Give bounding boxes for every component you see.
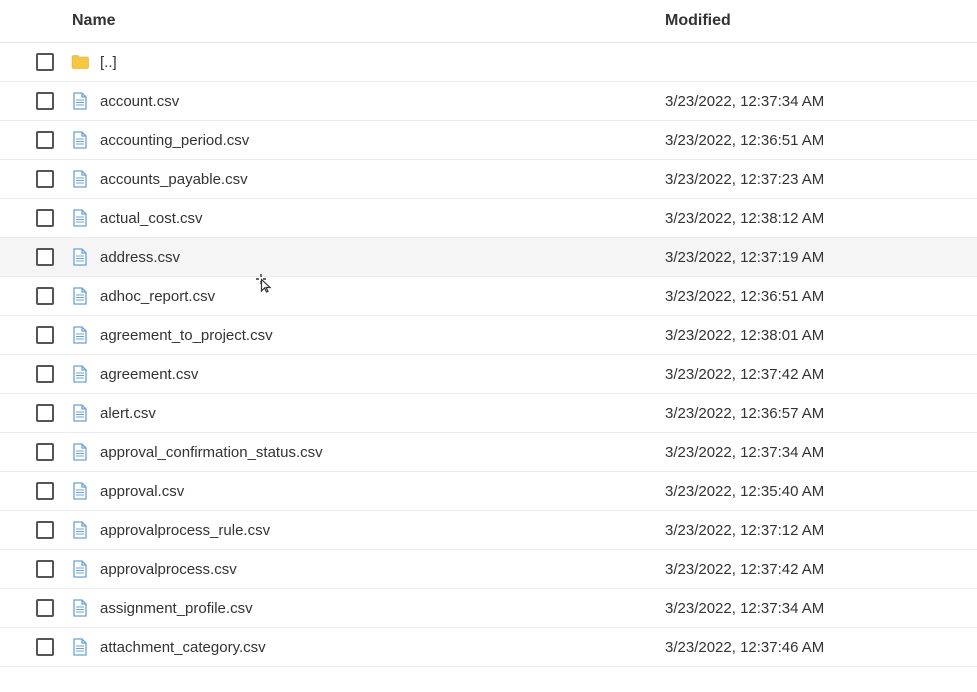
file-icon bbox=[68, 287, 92, 305]
table-row[interactable]: approvalprocess_rule.csv3/23/2022, 12:37… bbox=[0, 511, 977, 550]
file-modified: 3/23/2022, 12:37:42 AM bbox=[657, 366, 977, 383]
table-row[interactable]: approval_confirmation_status.csv3/23/202… bbox=[0, 433, 977, 472]
file-name: actual_cost.csv bbox=[100, 210, 657, 227]
file-modified: 3/23/2022, 12:37:34 AM bbox=[657, 93, 977, 110]
file-modified: 3/23/2022, 12:37:23 AM bbox=[657, 171, 977, 188]
file-name: attachment_category.csv bbox=[100, 639, 657, 656]
file-name: agreement_to_project.csv bbox=[100, 327, 657, 344]
file-name: accounting_period.csv bbox=[100, 132, 657, 149]
file-icon bbox=[68, 482, 92, 500]
table-row[interactable]: accounting_period.csv3/23/2022, 12:36:51… bbox=[0, 121, 977, 160]
file-icon bbox=[68, 326, 92, 344]
row-checkbox[interactable] bbox=[36, 170, 54, 188]
file-icon bbox=[68, 365, 92, 383]
file-icon bbox=[68, 560, 92, 578]
row-checkbox[interactable] bbox=[36, 209, 54, 227]
file-icon bbox=[68, 131, 92, 149]
file-name: approvalprocess.csv bbox=[100, 561, 657, 578]
row-checkbox[interactable] bbox=[36, 92, 54, 110]
row-checkbox[interactable] bbox=[36, 521, 54, 539]
file-modified: 3/23/2022, 12:36:51 AM bbox=[657, 132, 977, 149]
table-row[interactable]: approval.csv3/23/2022, 12:35:40 AM bbox=[0, 472, 977, 511]
table-row[interactable]: alert.csv3/23/2022, 12:36:57 AM bbox=[0, 394, 977, 433]
file-modified: 3/23/2022, 12:37:34 AM bbox=[657, 600, 977, 617]
file-name: adhoc_report.csv bbox=[100, 288, 657, 305]
file-icon bbox=[68, 170, 92, 188]
row-checkbox[interactable] bbox=[36, 326, 54, 344]
file-modified: 3/23/2022, 12:37:12 AM bbox=[657, 522, 977, 539]
file-modified: 3/23/2022, 12:36:57 AM bbox=[657, 405, 977, 422]
table-row[interactable]: account.csv3/23/2022, 12:37:34 AM bbox=[0, 82, 977, 121]
file-modified: 3/23/2022, 12:35:40 AM bbox=[657, 483, 977, 500]
table-row[interactable]: assignment_profile.csv3/23/2022, 12:37:3… bbox=[0, 589, 977, 628]
file-name: alert.csv bbox=[100, 405, 657, 422]
file-icon bbox=[68, 248, 92, 266]
file-table: Name Modified [..] account.csv3/23/2022,… bbox=[0, 0, 977, 667]
table-row[interactable]: actual_cost.csv3/23/2022, 12:38:12 AM bbox=[0, 199, 977, 238]
row-checkbox[interactable] bbox=[36, 365, 54, 383]
file-name: agreement.csv bbox=[100, 366, 657, 383]
file-name: accounts_payable.csv bbox=[100, 171, 657, 188]
file-icon bbox=[68, 209, 92, 227]
file-icon bbox=[68, 599, 92, 617]
table-row[interactable]: accounts_payable.csv3/23/2022, 12:37:23 … bbox=[0, 160, 977, 199]
file-icon bbox=[68, 92, 92, 110]
file-name: approvalprocess_rule.csv bbox=[100, 522, 657, 539]
table-row[interactable]: agreement.csv3/23/2022, 12:37:42 AM bbox=[0, 355, 977, 394]
file-name: account.csv bbox=[100, 93, 657, 110]
file-modified: 3/23/2022, 12:36:51 AM bbox=[657, 288, 977, 305]
row-checkbox[interactable] bbox=[36, 560, 54, 578]
file-icon bbox=[68, 404, 92, 422]
parent-folder-label: [..] bbox=[100, 54, 657, 71]
row-checkbox[interactable] bbox=[36, 482, 54, 500]
table-row[interactable]: address.csv3/23/2022, 12:37:19 AM bbox=[0, 238, 977, 277]
row-checkbox[interactable] bbox=[36, 287, 54, 305]
column-header-modified[interactable]: Modified bbox=[657, 12, 977, 30]
row-checkbox[interactable] bbox=[36, 443, 54, 461]
row-checkbox[interactable] bbox=[36, 404, 54, 422]
file-modified: 3/23/2022, 12:37:19 AM bbox=[657, 249, 977, 266]
row-checkbox[interactable] bbox=[36, 131, 54, 149]
table-row[interactable]: agreement_to_project.csv3/23/2022, 12:38… bbox=[0, 316, 977, 355]
table-header: Name Modified bbox=[0, 0, 977, 43]
file-icon bbox=[68, 638, 92, 656]
file-icon bbox=[68, 443, 92, 461]
file-modified: 3/23/2022, 12:37:34 AM bbox=[657, 444, 977, 461]
folder-icon bbox=[68, 55, 92, 69]
file-modified: 3/23/2022, 12:37:42 AM bbox=[657, 561, 977, 578]
file-name: approval_confirmation_status.csv bbox=[100, 444, 657, 461]
file-name: approval.csv bbox=[100, 483, 657, 500]
table-row[interactable]: adhoc_report.csv3/23/2022, 12:36:51 AM bbox=[0, 277, 977, 316]
column-header-name[interactable]: Name bbox=[38, 12, 657, 30]
file-modified: 3/23/2022, 12:37:46 AM bbox=[657, 639, 977, 656]
file-modified: 3/23/2022, 12:38:01 AM bbox=[657, 327, 977, 344]
file-icon bbox=[68, 521, 92, 539]
parent-folder-row[interactable]: [..] bbox=[0, 43, 977, 82]
row-checkbox[interactable] bbox=[36, 248, 54, 266]
file-name: address.csv bbox=[100, 249, 657, 266]
table-row[interactable]: approvalprocess.csv3/23/2022, 12:37:42 A… bbox=[0, 550, 977, 589]
file-modified: 3/23/2022, 12:38:12 AM bbox=[657, 210, 977, 227]
row-checkbox[interactable] bbox=[36, 638, 54, 656]
row-checkbox[interactable] bbox=[36, 599, 54, 617]
table-row[interactable]: attachment_category.csv3/23/2022, 12:37:… bbox=[0, 628, 977, 667]
file-name: assignment_profile.csv bbox=[100, 600, 657, 617]
row-checkbox[interactable] bbox=[36, 53, 54, 71]
